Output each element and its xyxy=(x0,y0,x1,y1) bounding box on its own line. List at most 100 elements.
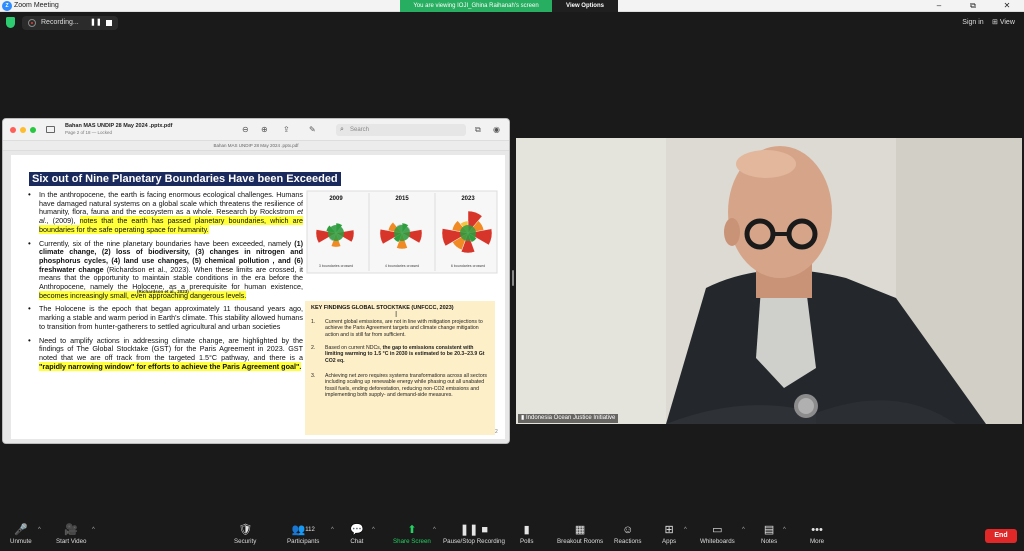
encryption-shield-icon[interactable] xyxy=(6,17,15,28)
reactions-label: Reactions xyxy=(614,538,642,545)
recording-dot-icon xyxy=(28,19,36,27)
slide-page-number: 2 xyxy=(495,429,498,435)
apps-label: Apps xyxy=(662,538,677,545)
key-finding-item: 3. Achieving net zero requires systems tr… xyxy=(311,373,491,399)
polls-button[interactable]: ▮ Polls xyxy=(520,522,533,546)
text-run: Based on current NDCs, xyxy=(325,345,383,351)
security-button[interactable]: 🛡 Security xyxy=(234,522,256,546)
reactions-button[interactable]: ☺ Reactions xyxy=(614,522,642,546)
participants-label: Participants xyxy=(287,538,320,545)
notes-options-caret-icon[interactable]: ^ xyxy=(783,527,786,533)
close-window-button[interactable]: ✕ xyxy=(990,0,1024,12)
text-run: "rapidly narrowing window" for efforts t… xyxy=(39,361,302,371)
viewing-screen-banner: You are viewing IOJI_Ghina Raihanah's sc… xyxy=(400,0,552,12)
unmute-label: Unmute xyxy=(10,538,32,545)
sidebar-toggle-icon[interactable] xyxy=(46,126,55,133)
chat-button[interactable]: 💬 Chat xyxy=(350,522,364,546)
end-meeting-button[interactable]: End xyxy=(985,529,1017,543)
start-video-options-caret-icon[interactable]: ^ xyxy=(92,527,95,533)
share-icon[interactable]: ⇪ xyxy=(283,125,290,135)
unmute-icon: 🎤 xyxy=(13,524,28,536)
text-run: The Holocene is the epoch that began app… xyxy=(39,304,303,331)
markup-pen-icon[interactable]: ✎ xyxy=(309,125,316,135)
security-icon: 🛡 xyxy=(238,524,253,536)
text-run: Need to amplify actions in addressing cl… xyxy=(39,335,303,362)
polls-icon: ▮ xyxy=(523,524,530,536)
share-screen-options-caret-icon[interactable]: ^ xyxy=(433,527,436,533)
key-finding-text: Current global emissions, are not in lin… xyxy=(311,319,491,338)
share-screen-button[interactable]: ⬆ Share Screen xyxy=(393,522,431,546)
view-options-button[interactable]: View Options xyxy=(552,0,618,12)
pdf-page-info: Page 2 of 18 — Locked xyxy=(65,130,113,135)
chat-label: Chat xyxy=(350,538,364,545)
minimize-button[interactable]: – xyxy=(922,0,956,12)
figure-year-label: 2015 xyxy=(395,196,409,202)
more-button[interactable]: ••• More xyxy=(810,522,824,546)
participants-icon: 👥112 xyxy=(287,522,319,538)
text-cursor-icon: I xyxy=(395,310,398,319)
maximize-button[interactable]: ⧉ xyxy=(956,0,990,12)
safe-operating-space xyxy=(328,225,344,241)
key-finding-text: Achieving net zero requires systems tran… xyxy=(311,373,491,399)
close-traffic-light-icon[interactable] xyxy=(10,127,16,133)
chat-options-caret-icon[interactable]: ^ xyxy=(372,527,375,533)
slide-bullet: Need to amplify actions in addressing cl… xyxy=(25,335,303,372)
split-view-handle[interactable] xyxy=(512,270,514,286)
share-screen-label: Share Screen xyxy=(393,538,431,545)
open-external-icon[interactable]: ⧉ xyxy=(475,125,481,135)
unmute-options-caret-icon[interactable]: ^ xyxy=(38,527,41,533)
pause-recording-label: Pause/Stop Recording xyxy=(443,538,505,545)
slide-title: Six out of Nine Planetary Boundaries Hav… xyxy=(29,172,341,186)
key-findings-title: KEY FINDINGS GLOBAL STOCKTAKE (UNFCCC, 2… xyxy=(311,305,454,311)
start-video-icon: 🎥 xyxy=(64,524,79,536)
zoom-out-icon[interactable]: ⊖ xyxy=(242,125,249,135)
unmute-button[interactable]: 🎤 Unmute xyxy=(10,522,32,546)
slide-bullet: The Holocene is the epoch that began app… xyxy=(25,305,303,331)
apps-button[interactable]: ⊞ Apps xyxy=(662,522,676,546)
notes-label: Notes xyxy=(761,538,778,545)
pause-recording-button[interactable]: ❚❚ ■ Pause/Stop Recording xyxy=(443,522,505,546)
title-bar: Z Zoom Meeting You are viewing IOJI_Ghin… xyxy=(0,0,1024,12)
meeting-toolbar: End 🎤 Unmute ^ 🎥 Start Video ^ 🛡 Security 👥112 Pa… xyxy=(0,520,1024,551)
sign-in-button[interactable]: Sign in xyxy=(958,17,988,29)
boundaries-diagram: 2009 3 boundaries crossed 2015 4 boundaries… xyxy=(306,190,498,274)
key-finding-number: 1. xyxy=(311,319,316,325)
participants-glyph: 👥 xyxy=(291,524,306,536)
apps-options-caret-icon[interactable]: ^ xyxy=(684,527,687,533)
minimize-traffic-light-icon[interactable] xyxy=(20,127,26,133)
participant-video-frame xyxy=(516,138,1022,424)
figure-year-label: 2009 xyxy=(329,196,343,202)
view-button[interactable]: ⊞ View xyxy=(992,16,1020,30)
zoom-in-icon[interactable]: ⊕ xyxy=(261,125,268,135)
participant-video[interactable]: ▮ Indonesia Ocean Justice Initiative xyxy=(516,138,1022,424)
whiteboards-button[interactable]: ▭ Whiteboards xyxy=(700,522,735,546)
reactions-icon: ☺ xyxy=(622,524,634,536)
zoom-traffic-light-icon[interactable] xyxy=(30,127,36,133)
pdf-search-field[interactable]: ⌕ Search xyxy=(336,124,466,136)
presentation-slide: Six out of Nine Planetary Boundaries Hav… xyxy=(11,155,505,439)
key-findings-box: KEY FINDINGS GLOBAL STOCKTAKE (UNFCCC, 2… xyxy=(305,301,495,435)
annotate-icon[interactable]: ◉ xyxy=(493,125,500,135)
slide-bullet: In the anthropocene, the earth is facing… xyxy=(25,190,304,235)
whiteboards-options-caret-icon[interactable]: ^ xyxy=(742,527,745,533)
figure-panel-caption: 6 boundaries crossed xyxy=(451,264,485,268)
pdf-toolbar: Bahan MAS UNDIP 28 May 2024 .pptx.pdf Pa… xyxy=(3,119,509,141)
recording-indicator: Recording... ❚❚ xyxy=(22,16,118,30)
stop-recording-icon[interactable] xyxy=(106,20,112,26)
chat-icon: 💬 xyxy=(350,524,364,536)
start-video-button[interactable]: 🎥 Start Video xyxy=(56,522,87,546)
pause-recording-icon[interactable]: ❚❚ xyxy=(90,19,102,27)
notes-button[interactable]: ▤ Notes xyxy=(761,522,777,546)
notes-icon: ▤ xyxy=(763,524,775,536)
breakout-rooms-label: Breakout Rooms xyxy=(557,538,604,545)
key-finding-number: 3. xyxy=(311,373,316,379)
participants-options-caret-icon[interactable]: ^ xyxy=(331,527,334,533)
breakout-rooms-button[interactable]: ▦ Breakout Rooms xyxy=(557,522,603,546)
participants-button[interactable]: 👥112 Participants xyxy=(287,522,319,546)
apps-icon: ⊞ xyxy=(664,524,674,536)
window-title: Zoom Meeting xyxy=(14,2,59,9)
security-label: Security xyxy=(234,538,257,545)
pdf-document-tab[interactable]: Bahan MAS UNDIP 28 May 2024 .pptx.pdf xyxy=(3,141,509,151)
key-finding-number: 2. xyxy=(311,345,316,351)
figure-year-label: 2023 xyxy=(461,196,475,202)
